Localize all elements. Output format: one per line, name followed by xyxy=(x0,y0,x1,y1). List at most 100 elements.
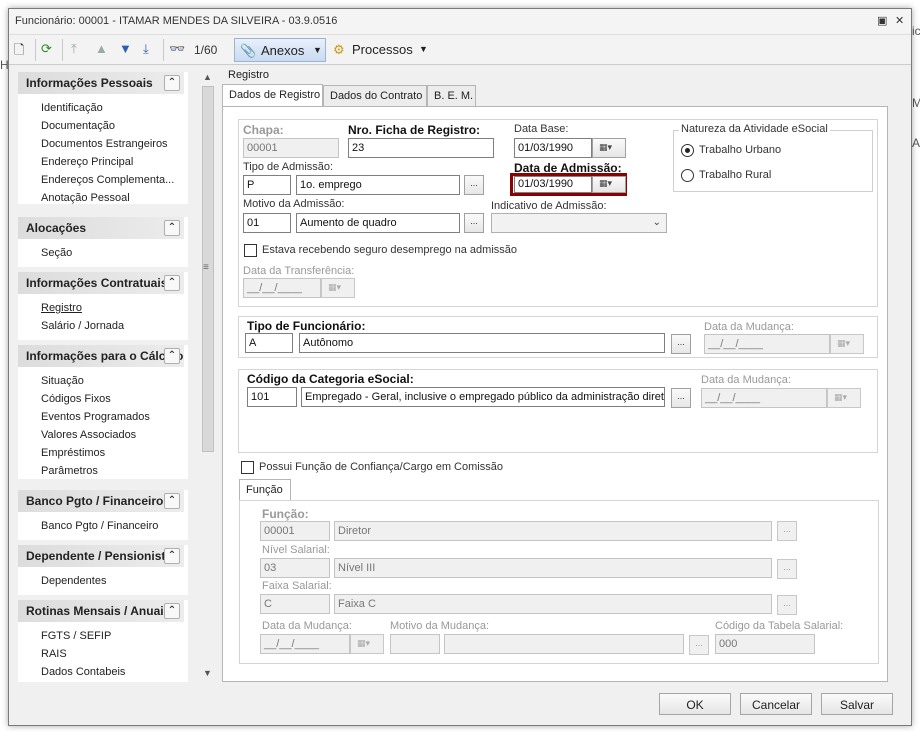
sidebar-item-documentacao[interactable]: Documentação xyxy=(41,120,115,132)
sidebar-item-registro[interactable]: Registro xyxy=(41,302,82,314)
sidebar-item-banco-pgto-financeiro[interactable]: Banco Pgto / Financeiro xyxy=(41,520,158,532)
background-text: ic xyxy=(912,24,920,38)
section-header[interactable]: Banco Pgto / Financeiro ⌃ xyxy=(18,490,184,512)
previous-record-icon[interactable]: ▲ xyxy=(95,41,108,56)
first-record-icon[interactable]: ⤒ xyxy=(71,41,77,57)
sidebar-item-endereco-principal[interactable]: Endereço Principal xyxy=(41,156,133,168)
toolbar-separator xyxy=(62,39,63,61)
lookup-button[interactable]: ... xyxy=(671,334,691,354)
tab-dados-do-contrato[interactable]: Dados do Contrato xyxy=(323,85,427,106)
new-record-icon[interactable]: 🗋 xyxy=(14,41,24,63)
chevron-down-icon[interactable]: ▼ xyxy=(313,45,322,55)
sidebar-item-identificacao[interactable]: Identificação xyxy=(41,102,103,114)
scroll-up-icon[interactable]: ▲ xyxy=(203,72,212,82)
next-record-icon[interactable]: ▼ xyxy=(119,41,132,56)
data-base-input[interactable]: 01/03/1990 xyxy=(514,138,592,158)
sidebar-item-anotacao-pessoal[interactable]: Anotação Pessoal xyxy=(41,192,130,204)
collapse-icon[interactable]: ⌃ xyxy=(164,348,180,364)
ficha-label: Nro. Ficha de Registro: xyxy=(348,123,481,137)
sidebar-item-documentos-estrangeiros[interactable]: Documentos Estrangeiros xyxy=(41,138,168,150)
sidebar-item-codigos-fixos[interactable]: Códigos Fixos xyxy=(41,393,111,405)
calendar-icon[interactable]: ▦▾ xyxy=(592,138,626,158)
tipo-admissao-desc-input[interactable]: 1o. emprego xyxy=(296,175,460,195)
last-record-icon[interactable]: ⤓ xyxy=(143,41,149,57)
sidebar-item-fgts-sefip[interactable]: FGTS / SEFIP xyxy=(41,630,111,642)
nivel-salarial-label: Nível Salarial: xyxy=(262,544,330,556)
sidebar-item-enderecos-complementares[interactable]: Endereços Complementa... xyxy=(41,174,174,186)
sidebar-item-valores-associados[interactable]: Valores Associados xyxy=(41,429,136,441)
collapse-icon[interactable]: ⌃ xyxy=(164,220,180,236)
categoria-code-input[interactable]: 101 xyxy=(247,387,297,407)
tab-funcao[interactable]: Função xyxy=(239,479,291,501)
radio-trabalho-rural[interactable] xyxy=(681,169,694,182)
faixa-code-input[interactable]: C xyxy=(260,594,330,614)
sidebar-item-dependentes[interactable]: Dependentes xyxy=(41,575,106,587)
nivel-code-input[interactable]: 03 xyxy=(260,558,330,578)
indicativo-admissao-select[interactable]: ⌄ xyxy=(491,213,667,233)
restore-icon[interactable]: ▣ xyxy=(877,14,887,27)
nivel-desc-input[interactable]: Nível III xyxy=(334,558,772,578)
scroll-down-icon[interactable]: ▼ xyxy=(203,668,212,678)
funcao-confianca-checkbox[interactable] xyxy=(241,461,254,474)
sidebar-section-alocacoes: Alocações ⌃ Seção xyxy=(18,217,188,267)
ok-button[interactable]: OK xyxy=(659,693,731,715)
ficha-input[interactable]: 23 xyxy=(348,138,494,158)
tipo-funcionario-code-input[interactable]: A xyxy=(245,333,293,353)
tab-bem[interactable]: B. E. M. xyxy=(427,85,476,106)
sidebar-item-rais[interactable]: RAIS xyxy=(41,648,67,660)
motivo-admissao-desc-input[interactable]: Aumento de quadro xyxy=(296,213,460,233)
motivo-admissao-code-input[interactable]: 01 xyxy=(243,213,291,233)
data-mudanca-input[interactable]: __/__/____ xyxy=(704,334,830,354)
sidebar-item-eventos-programados[interactable]: Eventos Programados xyxy=(41,411,150,423)
splitter-grip-icon[interactable]: ≡ xyxy=(203,262,209,273)
funcao-group: Função: 00001 Diretor ... Nível Salarial… xyxy=(239,500,879,664)
data-mudanca-input[interactable]: __/__/____ xyxy=(260,634,350,654)
funcao-code-input[interactable]: 00001 xyxy=(260,521,330,541)
collapse-icon[interactable]: ⌃ xyxy=(164,548,180,564)
chevron-down-icon[interactable]: ▼ xyxy=(419,44,428,54)
codigo-tabela-salarial-input[interactable]: 000 xyxy=(715,634,815,654)
radio-trabalho-urbano[interactable] xyxy=(681,144,694,157)
tipo-admissao-code-input[interactable]: P xyxy=(243,175,291,195)
funcao-desc-input[interactable]: Diretor xyxy=(334,521,772,541)
faixa-desc-input[interactable]: Faixa C xyxy=(334,594,772,614)
motivo-mudanca-desc-input[interactable] xyxy=(444,634,684,654)
sidebar-item-dados-contabeis[interactable]: Dados Contabeis xyxy=(41,666,125,678)
binoculars-icon[interactable]: 👓 xyxy=(169,41,185,57)
refresh-icon[interactable]: ⟳ xyxy=(41,41,52,57)
anexos-button[interactable]: 📎 Anexos ▼ xyxy=(234,38,326,62)
collapse-icon[interactable]: ⌃ xyxy=(164,603,180,619)
calendar-icon[interactable]: ▦▾ xyxy=(592,176,626,193)
tipo-funcionario-desc-input[interactable]: Autônomo xyxy=(299,333,665,353)
data-base-label: Data Base: xyxy=(514,123,569,135)
seguro-desemprego-checkbox[interactable] xyxy=(244,244,257,257)
lookup-button[interactable]: ... xyxy=(464,213,484,233)
sidebar-item-parametros[interactable]: Parâmetros xyxy=(41,465,98,477)
collapse-icon[interactable]: ⌃ xyxy=(164,75,180,91)
motivo-mudanca-code-input[interactable] xyxy=(390,634,440,654)
sidebar-item-secao[interactable]: Seção xyxy=(41,247,72,259)
sidebar-item-salario-jornada[interactable]: Salário / Jornada xyxy=(41,320,124,332)
lookup-button[interactable]: ... xyxy=(464,175,484,195)
data-mudanca-input[interactable]: __/__/____ xyxy=(701,388,827,408)
sidebar-item-emprestimos[interactable]: Empréstimos xyxy=(41,447,105,459)
section-header[interactable]: Informações Pessoais ⌃ xyxy=(18,72,184,94)
sidebar-item-situacao[interactable]: Situação xyxy=(41,375,84,387)
chapa-input[interactable]: 00001 xyxy=(243,138,339,158)
close-icon[interactable]: ✕ xyxy=(895,14,904,27)
categoria-desc-input[interactable]: Empregado - Geral, inclusive o empregado… xyxy=(301,387,665,407)
collapse-icon[interactable]: ⌃ xyxy=(164,493,180,509)
sidebar-section-informacoes-calculo: Informações para o Cálculo ⌃ Situação Cód… xyxy=(18,345,188,479)
tab-dados-de-registro[interactable]: Dados de Registro xyxy=(222,84,323,107)
data-admissao-input[interactable]: 01/03/1990 xyxy=(514,176,592,193)
cancel-button[interactable]: Cancelar xyxy=(740,693,812,715)
save-button[interactable]: Salvar xyxy=(821,693,893,715)
data-transferencia-input[interactable]: __/__/____ xyxy=(243,278,321,298)
section-header[interactable]: Dependente / Pensionista ⌃ xyxy=(18,545,184,567)
lookup-button[interactable]: ... xyxy=(671,388,691,408)
collapse-icon[interactable]: ⌃ xyxy=(164,275,180,291)
section-header[interactable]: Alocações ⌃ xyxy=(18,217,184,239)
section-header[interactable]: Informações para o Cálculo ⌃ xyxy=(18,345,184,367)
section-header[interactable]: Rotinas Mensais / Anuais ⌃ xyxy=(18,600,184,622)
section-header[interactable]: Informações Contratuais ⌃ xyxy=(18,272,184,294)
